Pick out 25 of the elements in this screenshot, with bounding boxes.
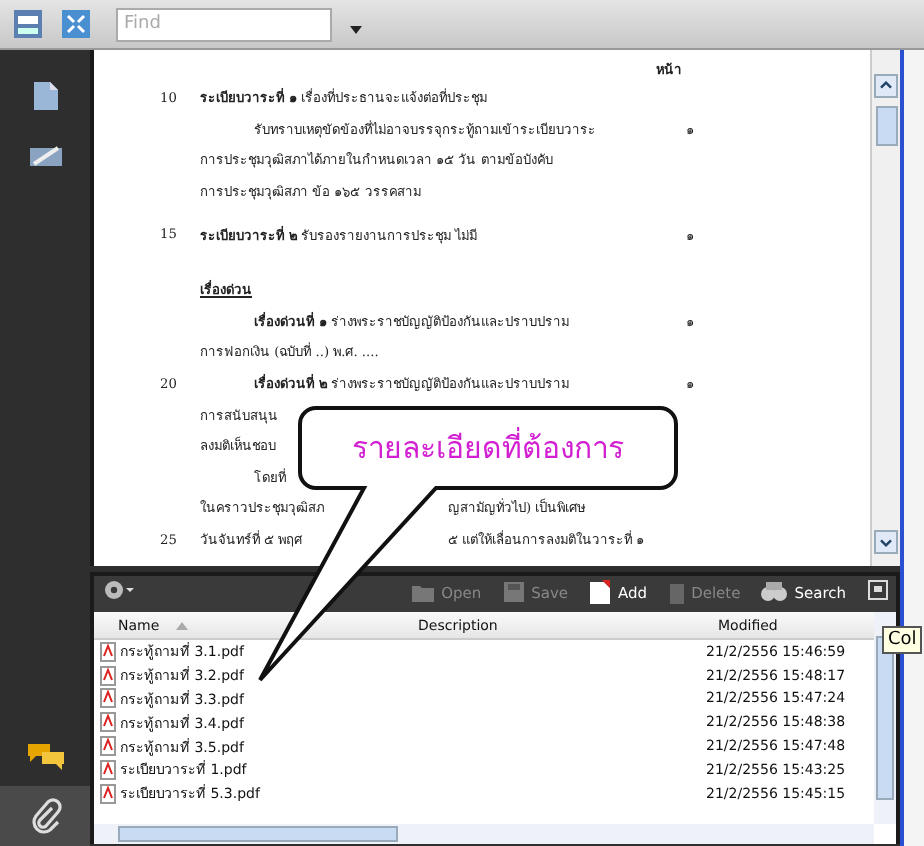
pages-icon[interactable] [31, 80, 59, 112]
horizontal-scrollbar[interactable] [94, 824, 874, 844]
document-add-icon [588, 579, 613, 605]
sort-caret-icon [175, 621, 188, 629]
scroll-down-button[interactable] [874, 530, 898, 554]
dropdown-arrow-icon[interactable] [348, 23, 364, 35]
page-layout-icon[interactable] [12, 8, 44, 40]
pdf-file-icon [100, 712, 116, 733]
paperclip-icon[interactable] [29, 798, 61, 834]
pdf-file-icon [100, 641, 116, 662]
callout-text: รายละเอียดที่ต้องการ [350, 425, 626, 470]
maximize-icon[interactable] [868, 580, 888, 600]
gear-menu-icon[interactable] [102, 578, 138, 602]
scroll-up-button[interactable] [874, 74, 898, 98]
fit-page-icon[interactable] [60, 8, 92, 40]
pdf-file-icon [100, 783, 116, 804]
binoculars-icon [760, 580, 789, 604]
trash-icon [667, 579, 686, 605]
speech-bubbles-icon[interactable] [25, 742, 65, 770]
pen-icon[interactable] [27, 142, 63, 170]
scrollbar-thumb[interactable] [875, 106, 897, 146]
folder-icon [409, 580, 436, 604]
sidebar-tab[interactable] [0, 786, 90, 846]
find-field[interactable]: Find [116, 7, 332, 41]
tooltip-text: Col [888, 630, 917, 650]
